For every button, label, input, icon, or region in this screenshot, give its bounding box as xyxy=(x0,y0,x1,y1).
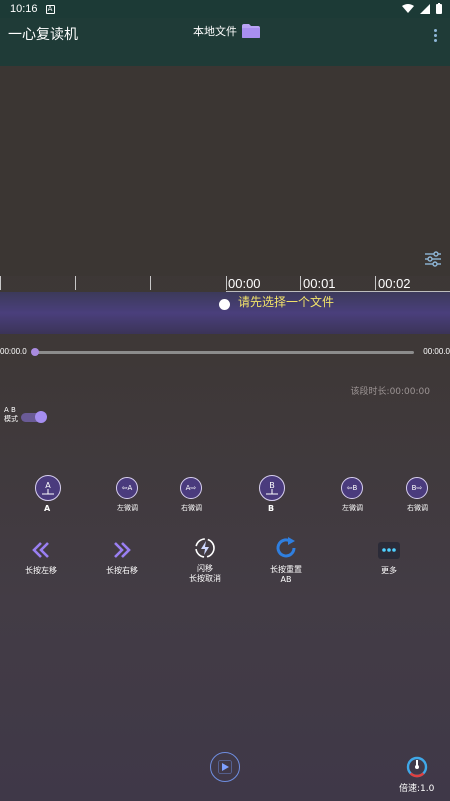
b-left-icon: ⇦B xyxy=(346,484,358,492)
a-right-label: 右微调 xyxy=(181,504,202,512)
status-bar: 10:16 A xyxy=(0,0,450,18)
flash-move-button[interactable]: 闪移 长按取消 xyxy=(187,536,223,584)
ab-mode-label: A B 模式 xyxy=(4,406,18,424)
more-button[interactable]: 更多 xyxy=(372,540,406,576)
a-left-label: 左微调 xyxy=(117,504,138,512)
app-bar: 一心复读机 本地文件 xyxy=(0,18,450,66)
b-right-label: 右微调 xyxy=(407,504,428,512)
double-chevron-right-icon xyxy=(114,542,131,558)
set-b-button[interactable]: B xyxy=(259,475,285,501)
flash-move-label-2: 长按取消 xyxy=(189,574,221,583)
a-right-icon: A⇨ xyxy=(185,484,197,492)
b-left-nudge-button[interactable]: ⇦B xyxy=(341,477,363,499)
ab-mode-line2: 模式 xyxy=(4,415,18,423)
signal-icon xyxy=(420,3,430,14)
ab-mode-toggle[interactable] xyxy=(21,411,47,423)
flash-cycle-icon xyxy=(195,538,215,558)
local-files-label: 本地文件 xyxy=(193,25,237,38)
move-right-button[interactable]: 长按右移 xyxy=(105,538,139,576)
battery-icon xyxy=(436,3,442,14)
a-left-nudge-button[interactable]: ⇦A xyxy=(116,477,138,499)
reset-ab-label-1: 长按重置 xyxy=(270,565,302,574)
svg-text:B: B xyxy=(269,481,275,490)
current-time: 00:00.0 xyxy=(0,347,27,356)
b-right-icon: B⇨ xyxy=(411,484,423,492)
move-left-button[interactable]: 长按左移 xyxy=(24,538,58,576)
progress-slider[interactable] xyxy=(34,351,414,354)
local-files-button[interactable]: 本地文件 xyxy=(193,23,261,39)
playback-speed-label[interactable]: 倍速:1.0 xyxy=(399,781,434,794)
speed-gauge-icon[interactable] xyxy=(406,756,428,778)
folder-icon xyxy=(242,24,260,38)
reset-ab-label-2: AB xyxy=(280,575,292,584)
set-b-label: B xyxy=(268,504,275,513)
status-icons xyxy=(402,3,442,14)
total-time: 00:00.0 xyxy=(423,347,450,356)
marker-b-icon: B xyxy=(266,481,278,495)
select-file-hint: 请先选择一个文件 xyxy=(238,295,335,309)
svg-text:A: A xyxy=(45,481,51,490)
move-right-label: 长按右移 xyxy=(106,566,138,575)
a-right-nudge-button[interactable]: A⇨ xyxy=(180,477,202,499)
timeline-label: 00:01 xyxy=(303,276,336,291)
wifi-icon xyxy=(402,3,414,13)
move-left-label: 长按左移 xyxy=(25,566,57,575)
status-time: 10:16 xyxy=(10,3,38,15)
app-title: 一心复读机 xyxy=(8,26,78,42)
segment-duration: 该段时长:00:00:00 xyxy=(350,387,430,397)
progress-row: 00:00.0 00:00.0 xyxy=(0,346,450,360)
waveform-area[interactable] xyxy=(0,66,450,276)
more-dots-icon xyxy=(378,542,400,559)
play-icon xyxy=(218,760,232,774)
more-label: 更多 xyxy=(381,566,397,575)
b-left-label: 左微调 xyxy=(342,504,363,512)
set-a-label: A xyxy=(44,504,51,513)
progress-thumb[interactable] xyxy=(31,348,39,356)
a-left-icon: ⇦A xyxy=(121,484,133,492)
ab-mode-line1: A B xyxy=(4,406,16,414)
notification-a-icon: A xyxy=(45,4,55,14)
equalizer-settings-icon[interactable] xyxy=(424,250,442,268)
play-button[interactable] xyxy=(210,752,240,782)
double-chevron-left-icon xyxy=(32,542,49,558)
timeline-ruler: 00:00 00:01 00:02 xyxy=(0,276,450,292)
overflow-menu-icon[interactable] xyxy=(432,28,438,44)
marker-a-icon: A xyxy=(42,481,54,495)
flash-move-label-1: 闪移 xyxy=(197,564,213,573)
timeline-label: 00:00 xyxy=(228,276,261,291)
reset-ab-button[interactable]: 长按重置 AB xyxy=(268,535,304,585)
set-a-button[interactable]: A xyxy=(35,475,61,501)
b-right-nudge-button[interactable]: B⇨ xyxy=(406,477,428,499)
timeline-label: 00:02 xyxy=(378,276,411,291)
refresh-icon xyxy=(276,537,296,558)
playhead-dot xyxy=(219,299,230,310)
